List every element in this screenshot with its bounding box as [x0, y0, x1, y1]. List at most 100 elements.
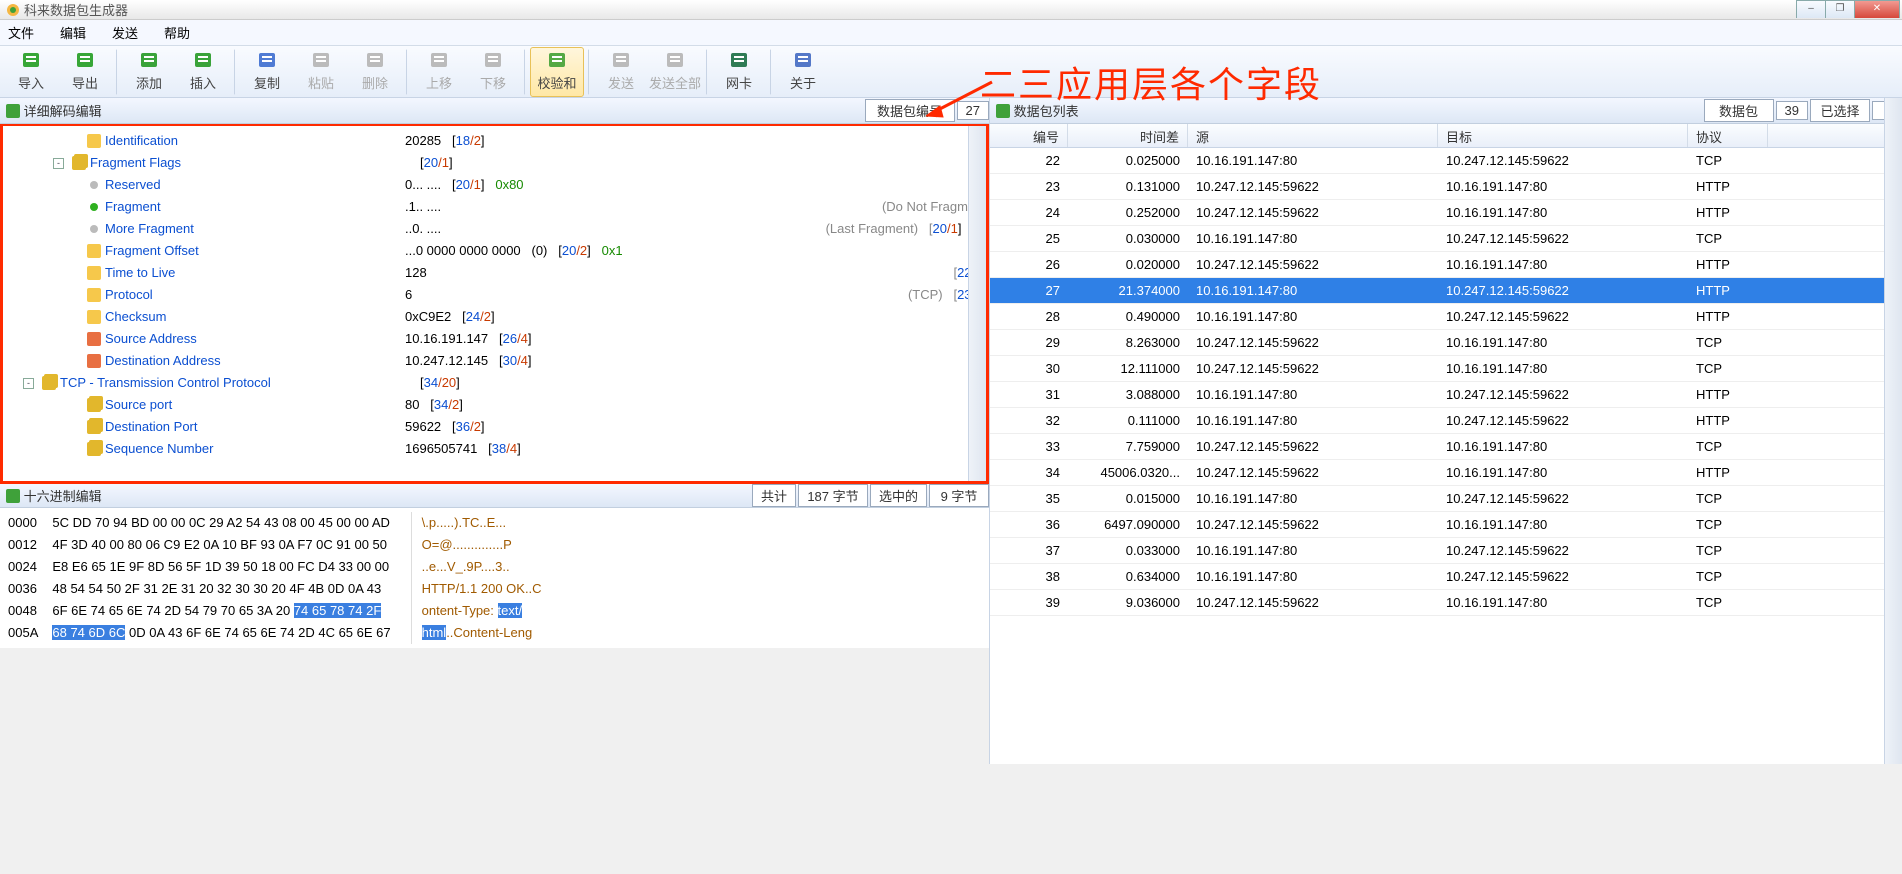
toolbar-删除[interactable]: 删除 — [348, 47, 402, 97]
scrollbar[interactable] — [1884, 148, 1902, 764]
hex-dump[interactable]: 00000012002400360048005A 5C DD 70 94 BD … — [0, 508, 989, 648]
tree-row[interactable]: Fragment.1.. ....(Do Not Fragment — [3, 196, 986, 218]
hex-bytes-row[interactable]: 68 74 6D 6C 0D 0A 43 6F 6E 74 65 6E 74 2… — [52, 622, 390, 644]
packet-row[interactable]: 370.03300010.16.191.147:8010.247.12.145:… — [990, 538, 1902, 564]
packet-row[interactable]: 240.25200010.247.12.145:5962210.16.191.1… — [990, 200, 1902, 226]
hex-bytes-row[interactable]: 4F 3D 40 00 80 06 C9 E2 0A 10 BF 93 0A F… — [52, 534, 390, 556]
cell-number: 38 — [990, 569, 1068, 584]
packet-table-header[interactable]: 编号时间差源目标协议 — [990, 124, 1902, 148]
toolbar-网卡[interactable]: 网卡 — [712, 47, 766, 97]
packet-row[interactable]: 250.03000010.16.191.147:8010.247.12.145:… — [990, 226, 1902, 252]
menu-编辑[interactable]: 编辑 — [60, 23, 86, 42]
minimize-button[interactable]: – — [1796, 0, 1826, 18]
menu-发送[interactable]: 发送 — [112, 23, 138, 42]
tree-toggle[interactable]: - — [53, 158, 64, 169]
hex-bytes-row[interactable]: 48 54 54 50 2F 31 2E 31 20 32 30 30 20 4… — [52, 578, 390, 600]
toolbar-添加[interactable]: 添加 — [122, 47, 176, 97]
toolbar-下移[interactable]: 下移 — [466, 47, 520, 97]
field-value: 1696505741 [38/4] — [405, 438, 986, 460]
packet-row[interactable]: 280.49000010.16.191.147:8010.247.12.145:… — [990, 304, 1902, 330]
cell-number: 39 — [990, 595, 1068, 610]
toolbar-粘贴[interactable]: 粘贴 — [294, 47, 348, 97]
tree-row[interactable]: Reserved0... .... [20/1] 0x80 — [3, 174, 986, 196]
tree-row[interactable]: -Fragment Flags[20/1] — [3, 152, 986, 174]
close-button[interactable]: ✕ — [1854, 0, 1900, 18]
cell-source: 10.247.12.145:59622 — [1188, 205, 1438, 220]
packet-row[interactable]: 337.75900010.247.12.145:5962210.16.191.1… — [990, 434, 1902, 460]
hex-ascii-row[interactable]: ..e...V_.9P....3.. — [422, 556, 542, 578]
hex-bytes-row[interactable]: 5C DD 70 94 BD 00 00 0C 29 A2 54 43 08 0… — [52, 512, 390, 534]
packet-row[interactable]: 350.01500010.16.191.147:8010.247.12.145:… — [990, 486, 1902, 512]
toolbar-校验和[interactable]: 校验和 — [530, 47, 584, 97]
packet-row[interactable]: 3012.11100010.247.12.145:5962210.16.191.… — [990, 356, 1902, 382]
toolbar-关于[interactable]: 关于 — [776, 47, 830, 97]
field-label: More Fragment — [105, 218, 405, 240]
cell-protocol: TCP — [1688, 517, 1768, 532]
tree-row[interactable]: Protocol6(TCP) [23/1] — [3, 284, 986, 306]
toolbar-上移[interactable]: 上移 — [412, 47, 466, 97]
hex-ascii-row[interactable]: O=@..............P — [422, 534, 542, 556]
packet-row[interactable]: 3445006.0320...10.247.12.145:5962210.16.… — [990, 460, 1902, 486]
cell-protocol: HTTP — [1688, 257, 1768, 272]
menu-帮助[interactable]: 帮助 — [164, 23, 190, 42]
toolbar-复制[interactable]: 复制 — [240, 47, 294, 97]
toolbar-separator — [588, 49, 590, 95]
decode-tree[interactable]: Identification20285 [18/2]-Fragment Flag… — [0, 124, 989, 484]
tree-toggle[interactable]: - — [23, 378, 34, 389]
cell-time: 9.036000 — [1068, 595, 1188, 610]
tree-row[interactable]: Destination Port59622 [36/2] — [3, 416, 986, 438]
packet-row[interactable]: 298.26300010.247.12.145:5962210.16.191.1… — [990, 330, 1902, 356]
hex-offset: 0048 — [8, 600, 38, 622]
tree-row[interactable]: Fragment Offset...0 0000 0000 0000 (0) [… — [3, 240, 986, 262]
column-header[interactable]: 源 — [1188, 124, 1438, 147]
cell-number: 26 — [990, 257, 1068, 272]
tree-row[interactable]: Identification20285 [18/2] — [3, 130, 986, 152]
cell-destination: 10.16.191.147:80 — [1438, 257, 1688, 272]
toolbar-发送[interactable]: 发送 — [594, 47, 648, 97]
column-header[interactable]: 目标 — [1438, 124, 1688, 147]
tree-row[interactable]: Destination Address10.247.12.145 [30/4] — [3, 350, 986, 372]
packet-row[interactable]: 260.02000010.247.12.145:5962210.16.191.1… — [990, 252, 1902, 278]
column-header[interactable]: 编号 — [990, 124, 1068, 147]
cell-time: 0.131000 — [1068, 179, 1188, 194]
hex-bytes-row[interactable]: 6F 6E 74 65 6E 74 2D 54 79 70 65 3A 20 7… — [52, 600, 390, 622]
cell-time: 0.634000 — [1068, 569, 1188, 584]
packet-row[interactable]: 220.02500010.16.191.147:8010.247.12.145:… — [990, 148, 1902, 174]
tree-row[interactable]: Source port80 [34/2] — [3, 394, 986, 416]
hex-ascii-row[interactable]: ontent-Type: text/ — [422, 600, 542, 622]
about-icon — [792, 51, 814, 71]
cell-number: 27 — [990, 283, 1068, 298]
tree-row[interactable]: -TCP - Transmission Control Protocol[34/… — [3, 372, 986, 394]
column-header[interactable]: 协议 — [1688, 124, 1768, 147]
toolbar-发送全部[interactable]: 发送全部 — [648, 47, 702, 97]
tree-row[interactable]: More Fragment..0. ....(Last Fragment) [2… — [3, 218, 986, 240]
tree-row[interactable]: Checksum0xC9E2 [24/2] — [3, 306, 986, 328]
maximize-button[interactable]: ❐ — [1825, 0, 1855, 18]
tree-row[interactable]: Source Address10.16.191.147 [26/4] — [3, 328, 986, 350]
packet-row[interactable]: 2721.37400010.16.191.147:8010.247.12.145… — [990, 278, 1902, 304]
packet-row[interactable]: 320.11100010.16.191.147:8010.247.12.145:… — [990, 408, 1902, 434]
tree-row[interactable]: Time to Live128[22/1] — [3, 262, 986, 284]
cell-destination: 10.16.191.147:80 — [1438, 595, 1688, 610]
cell-time: 8.263000 — [1068, 335, 1188, 350]
hex-bytes-row[interactable]: E8 E6 65 1E 9F 8D 56 5F 1D 39 50 18 00 F… — [52, 556, 390, 578]
scrollbar[interactable] — [968, 126, 986, 481]
tree-row[interactable]: Sequence Number1696505741 [38/4] — [3, 438, 986, 460]
packet-row[interactable]: 380.63400010.16.191.147:8010.247.12.145:… — [990, 564, 1902, 590]
hex-ascii-row[interactable]: HTTP/1.1 200 OK..C — [422, 578, 542, 600]
packet-table-body[interactable]: 220.02500010.16.191.147:8010.247.12.145:… — [990, 148, 1902, 764]
cell-protocol: TCP — [1688, 543, 1768, 558]
toolbar-导出[interactable]: 导出 — [58, 47, 112, 97]
toolbar-插入[interactable]: 插入 — [176, 47, 230, 97]
menu-文件[interactable]: 文件 — [8, 23, 34, 42]
packet-row[interactable]: 230.13100010.247.12.145:5962210.16.191.1… — [990, 174, 1902, 200]
packet-row[interactable]: 399.03600010.247.12.145:5962210.16.191.1… — [990, 590, 1902, 616]
toolbar-导入[interactable]: 导入 — [4, 47, 58, 97]
total-bytes-label: 共计 — [752, 484, 796, 507]
add-icon — [138, 51, 160, 71]
column-header[interactable]: 时间差 — [1068, 124, 1188, 147]
hex-ascii-row[interactable]: \.p.....).TC..E... — [422, 512, 542, 534]
packet-row[interactable]: 313.08800010.16.191.147:8010.247.12.145:… — [990, 382, 1902, 408]
packet-row[interactable]: 366497.09000010.247.12.145:5962210.16.19… — [990, 512, 1902, 538]
hex-ascii-row[interactable]: html..Content-Leng — [422, 622, 542, 644]
